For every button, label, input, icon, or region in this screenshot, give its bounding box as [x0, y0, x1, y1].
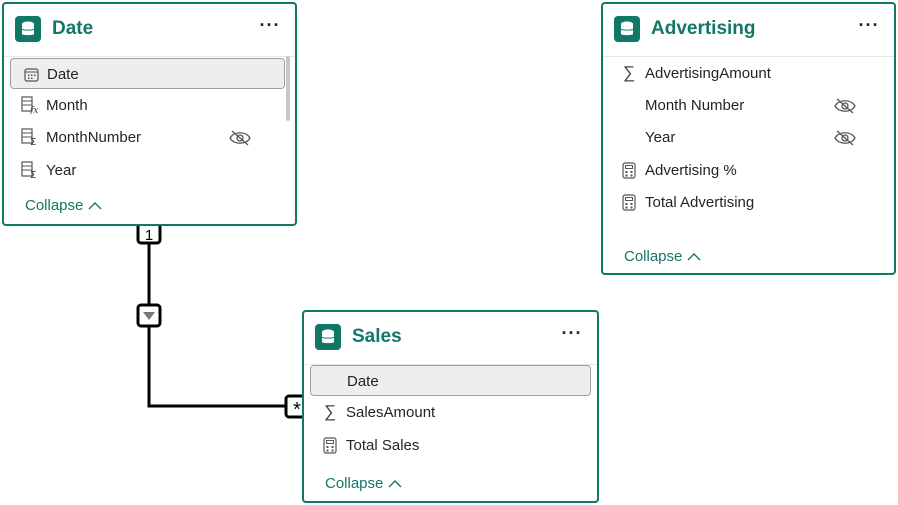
- calculator-icon: [321, 436, 339, 454]
- field-label: Month: [46, 97, 88, 114]
- numeric-column-icon: Σ: [21, 161, 39, 179]
- table-title: Sales: [352, 326, 402, 347]
- collapse-button[interactable]: Collapse: [325, 475, 402, 492]
- field-date[interactable]: Date: [10, 58, 285, 89]
- sigma-icon: ∑: [622, 63, 636, 82]
- field-month[interactable]: fx Month: [10, 90, 285, 121]
- field-total-sales[interactable]: Total Sales: [310, 430, 591, 461]
- svg-text:Σ: Σ: [30, 170, 36, 179]
- svg-text:1: 1: [145, 227, 153, 244]
- svg-text:fx: fx: [29, 106, 38, 114]
- calculated-column-icon: fx: [21, 96, 39, 114]
- cardinality-one-marker: 1: [136, 222, 162, 245]
- field-salesamount[interactable]: ∑ SalesAmount: [310, 397, 591, 428]
- date-table-card[interactable]: Date ··· Date fx Month Σ MonthNumber Σ Y…: [2, 2, 297, 226]
- collapse-label: Collapse: [25, 197, 84, 214]
- numeric-column-icon: Σ: [21, 128, 39, 146]
- collapse-label: Collapse: [325, 475, 384, 492]
- table-title: Date: [52, 18, 94, 39]
- field-advertisingamount[interactable]: ∑ AdvertisingAmount: [609, 58, 884, 89]
- field-label: Date: [47, 66, 79, 83]
- field-advertising-percent[interactable]: Advertising %: [609, 155, 884, 186]
- svg-text:*: *: [293, 399, 301, 421]
- chevron-up-icon: [388, 480, 402, 488]
- filter-direction-arrow: [136, 303, 162, 328]
- hidden-eye-icon[interactable]: [229, 130, 251, 146]
- collapse-button[interactable]: Collapse: [25, 197, 102, 214]
- collapse-label: Collapse: [624, 248, 683, 265]
- sales-table-header[interactable]: Sales ···: [304, 312, 597, 365]
- field-label: Year: [46, 162, 77, 179]
- field-year[interactable]: Σ Year: [10, 155, 285, 186]
- sales-table-card[interactable]: Sales ··· Date ∑ SalesAmount Total Sales…: [302, 310, 599, 503]
- table-title: Advertising: [651, 18, 756, 39]
- svg-text:Σ: Σ: [30, 137, 36, 146]
- field-monthnumber[interactable]: Σ MonthNumber: [10, 122, 285, 153]
- field-label: Total Sales: [346, 437, 420, 454]
- chevron-up-icon: [88, 202, 102, 210]
- field-total-advertising[interactable]: Total Advertising: [609, 187, 884, 218]
- field-year[interactable]: Year: [609, 122, 884, 153]
- calculator-icon: [620, 161, 638, 179]
- hidden-eye-icon[interactable]: [834, 98, 856, 114]
- field-label: SalesAmount: [346, 404, 436, 421]
- field-month-number[interactable]: Month Number: [609, 90, 884, 121]
- field-date[interactable]: Date: [310, 365, 591, 396]
- database-icon: [15, 16, 41, 42]
- more-options-button[interactable]: ···: [559, 322, 585, 344]
- field-label: Total Advertising: [645, 194, 755, 211]
- chevron-up-icon: [687, 253, 701, 261]
- hidden-eye-icon[interactable]: [834, 130, 856, 146]
- calendar-icon: [22, 65, 40, 83]
- scrollbar[interactable]: [286, 56, 290, 121]
- field-label: AdvertisingAmount: [645, 65, 771, 82]
- more-options-button[interactable]: ···: [257, 14, 283, 36]
- date-table-header[interactable]: Date ···: [4, 4, 295, 57]
- collapse-button[interactable]: Collapse: [624, 248, 701, 265]
- more-options-button[interactable]: ···: [856, 14, 882, 36]
- database-icon: [315, 324, 341, 350]
- field-label: Date: [347, 373, 379, 390]
- field-label: Year: [645, 129, 676, 146]
- advertising-table-card[interactable]: Advertising ··· ∑ AdvertisingAmount Mont…: [601, 2, 896, 275]
- database-icon: [614, 16, 640, 42]
- field-label: Advertising %: [645, 162, 737, 179]
- field-label: MonthNumber: [46, 129, 142, 146]
- calculator-icon: [620, 193, 638, 211]
- field-label: Month Number: [645, 97, 745, 114]
- advertising-table-header[interactable]: Advertising ···: [603, 4, 894, 57]
- sigma-icon: ∑: [323, 402, 337, 421]
